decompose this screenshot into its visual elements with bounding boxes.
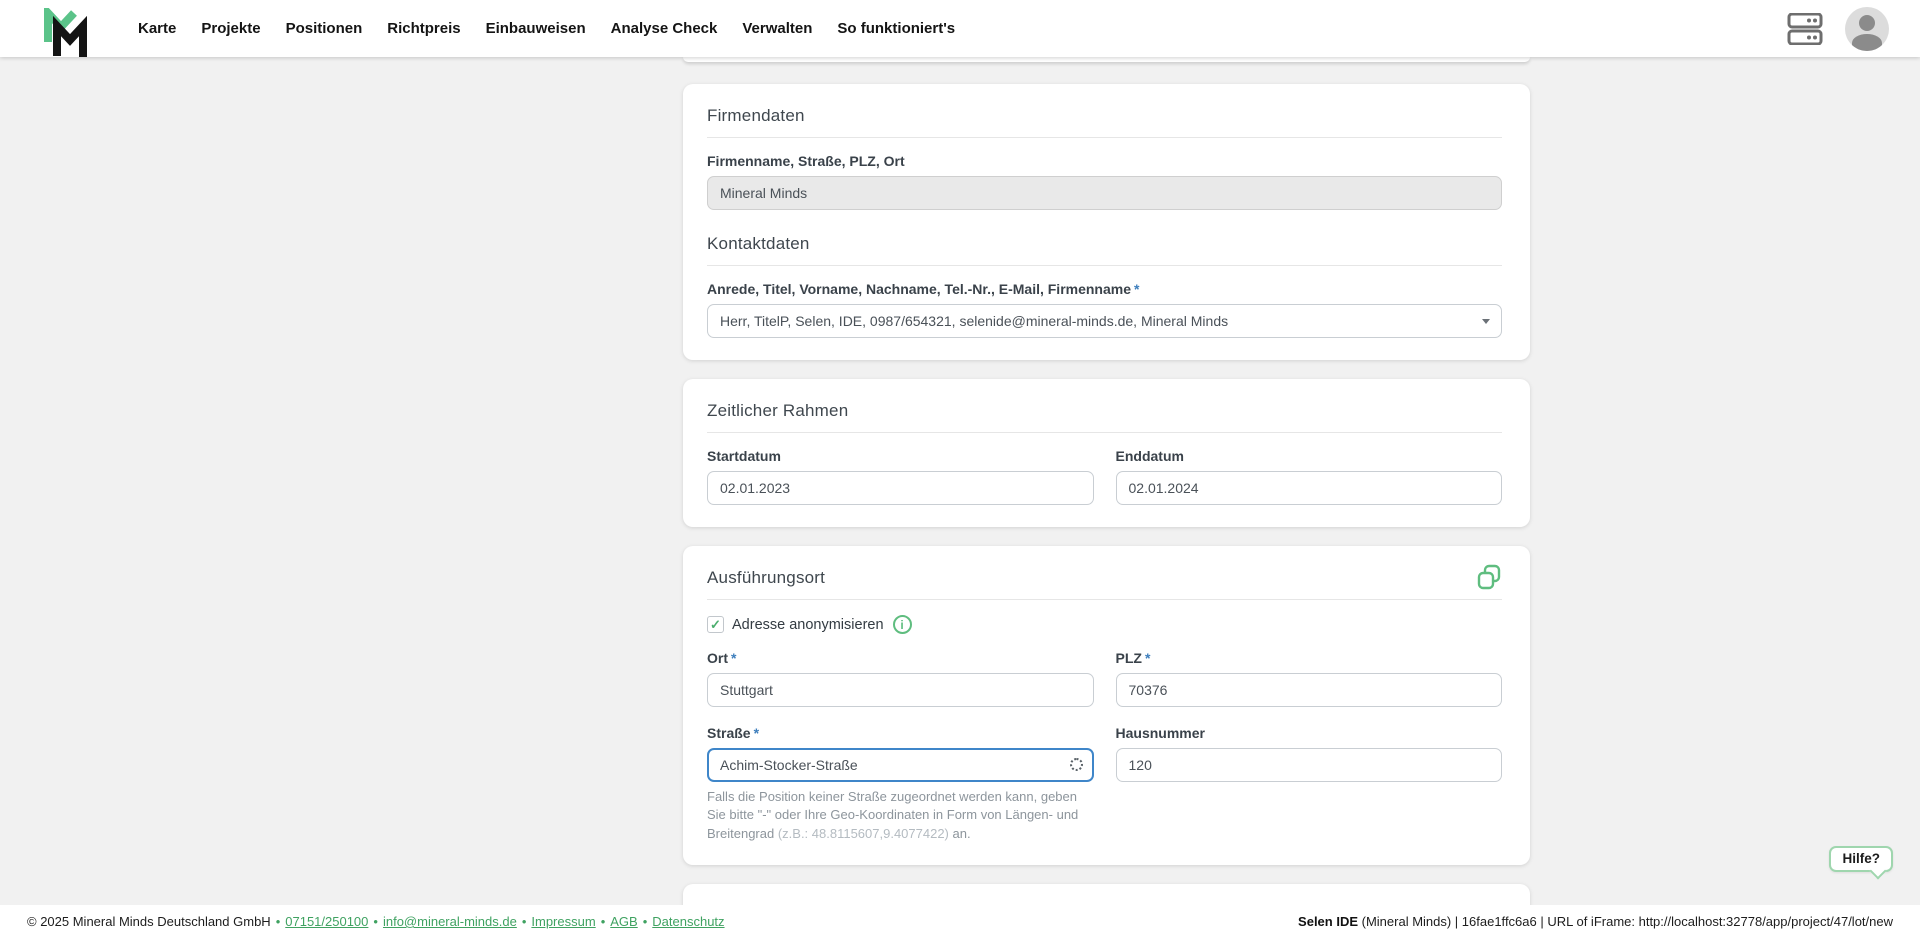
nav-item-verwalten[interactable]: Verwalten [742, 20, 812, 37]
previous-card-edge [683, 57, 1530, 62]
hausnummer-label: Hausnummer [1115, 725, 1205, 741]
enddatum-label: Enddatum [1115, 448, 1184, 464]
footer-link-phone[interactable]: 07151/250100 [285, 914, 368, 929]
anonymize-label: Adresse anonymisieren [732, 616, 884, 633]
nav-item-so-funktionierts[interactable]: So funktioniert's [837, 20, 955, 37]
footer-link-impressum[interactable]: Impressum [531, 914, 595, 929]
section-title-ausfuehrungsort: Ausführungsort [707, 568, 826, 587]
enddatum-input[interactable] [1115, 471, 1502, 505]
copy-icon[interactable] [1476, 564, 1502, 592]
anonymize-checkbox[interactable]: ✓ [707, 616, 724, 633]
required-marker: * [1134, 281, 1140, 297]
startdatum-input[interactable] [707, 471, 1094, 505]
strasse-input[interactable] [707, 748, 1094, 782]
required-marker: * [731, 650, 737, 666]
footer-link-email[interactable]: info@mineral-minds.de [383, 914, 517, 929]
info-icon[interactable]: i [892, 615, 912, 634]
ort-label: Ort * [707, 650, 737, 666]
contact-select-value: Herr, TitelP, Selen, IDE, 0987/654321, s… [720, 313, 1229, 329]
copyright-text: © 2025 Mineral Minds Deutschland GmbH [27, 914, 271, 929]
ort-input[interactable] [707, 673, 1094, 707]
contact-field-label: Anrede, Titel, Vorname, Nachname, Tel.-N… [707, 281, 1140, 297]
hausnummer-input[interactable] [1115, 748, 1502, 782]
divider [707, 137, 1502, 138]
strasse-helper-text: Falls die Position keiner Straße zugeord… [707, 789, 1079, 841]
nav-item-einbauweisen[interactable]: Einbauweisen [486, 20, 586, 37]
nav-item-projekte[interactable]: Projekte [201, 20, 260, 37]
plz-input[interactable] [1115, 673, 1502, 707]
checkmark-icon: ✓ [710, 617, 721, 632]
company-field-label: Firmenname, Straße, PLZ, Ort [707, 153, 905, 169]
nav-item-richtpreis[interactable]: Richtpreis [387, 20, 460, 37]
server-icon[interactable] [1787, 12, 1823, 45]
contact-select[interactable]: Herr, TitelP, Selen, IDE, 0987/654321, s… [707, 304, 1502, 338]
footer-legal: © 2025 Mineral Minds Deutschland GmbH • 07… [27, 914, 725, 929]
zeitraum-card: Zeitlicher Rahmen Startdatum Enddatum [683, 379, 1530, 527]
nav-item-analyse-check[interactable]: Analyse Check [611, 20, 718, 37]
ausfuehrungsort-card: Ausführungsort ✓ Adresse anonymisieren i… [683, 546, 1530, 866]
section-title-kontaktdaten: Kontaktdaten [707, 234, 810, 253]
nav-item-karte[interactable]: Karte [138, 20, 176, 37]
brand-logo[interactable] [42, 2, 88, 58]
divider [707, 432, 1502, 433]
startdatum-label: Startdatum [707, 448, 781, 464]
ide-name: Selen IDE [1298, 914, 1359, 929]
chevron-down-icon [1482, 319, 1490, 324]
footer-link-datenschutz[interactable]: Datenschutz [652, 914, 724, 929]
footer-debug-info: Selen IDE (Mineral Minds) | 16fae1ffc6a6… [1298, 914, 1893, 929]
divider [707, 265, 1502, 266]
plz-label: PLZ * [1115, 650, 1151, 666]
required-marker: * [1144, 650, 1151, 666]
help-button[interactable]: Hilfe? [1829, 846, 1893, 872]
mineral-minds-logo-icon [44, 2, 87, 57]
company-input [707, 176, 1502, 210]
required-marker: * [753, 725, 760, 741]
iframe-url-text: (Mineral Minds) | 16fae1ffc6a6 | URL of … [1358, 914, 1893, 929]
footer: © 2025 Mineral Minds Deutschland GmbH • 07… [0, 905, 1920, 943]
main-nav: Karte Projekte Positionen Richtpreis Ein… [138, 20, 955, 37]
section-title-firmendaten: Firmendaten [707, 106, 805, 125]
form-column: Firmendaten Firmenname, Straße, PLZ, Ort… [683, 57, 1530, 913]
avatar-person-icon [1859, 14, 1875, 31]
section-title-zeitraum: Zeitlicher Rahmen [707, 401, 849, 420]
top-nav: Karte Projekte Positionen Richtpreis Ein… [0, 0, 1920, 57]
strasse-label: Straße * [707, 725, 760, 741]
nav-item-positionen[interactable]: Positionen [286, 20, 363, 37]
header-actions [1787, 6, 1889, 51]
firmendaten-card: Firmendaten Firmenname, Straße, PLZ, Ort… [683, 84, 1530, 360]
divider [707, 599, 1502, 600]
loading-spinner-icon [1069, 758, 1083, 771]
user-avatar[interactable] [1845, 6, 1889, 51]
footer-link-agb[interactable]: AGB [610, 914, 637, 929]
